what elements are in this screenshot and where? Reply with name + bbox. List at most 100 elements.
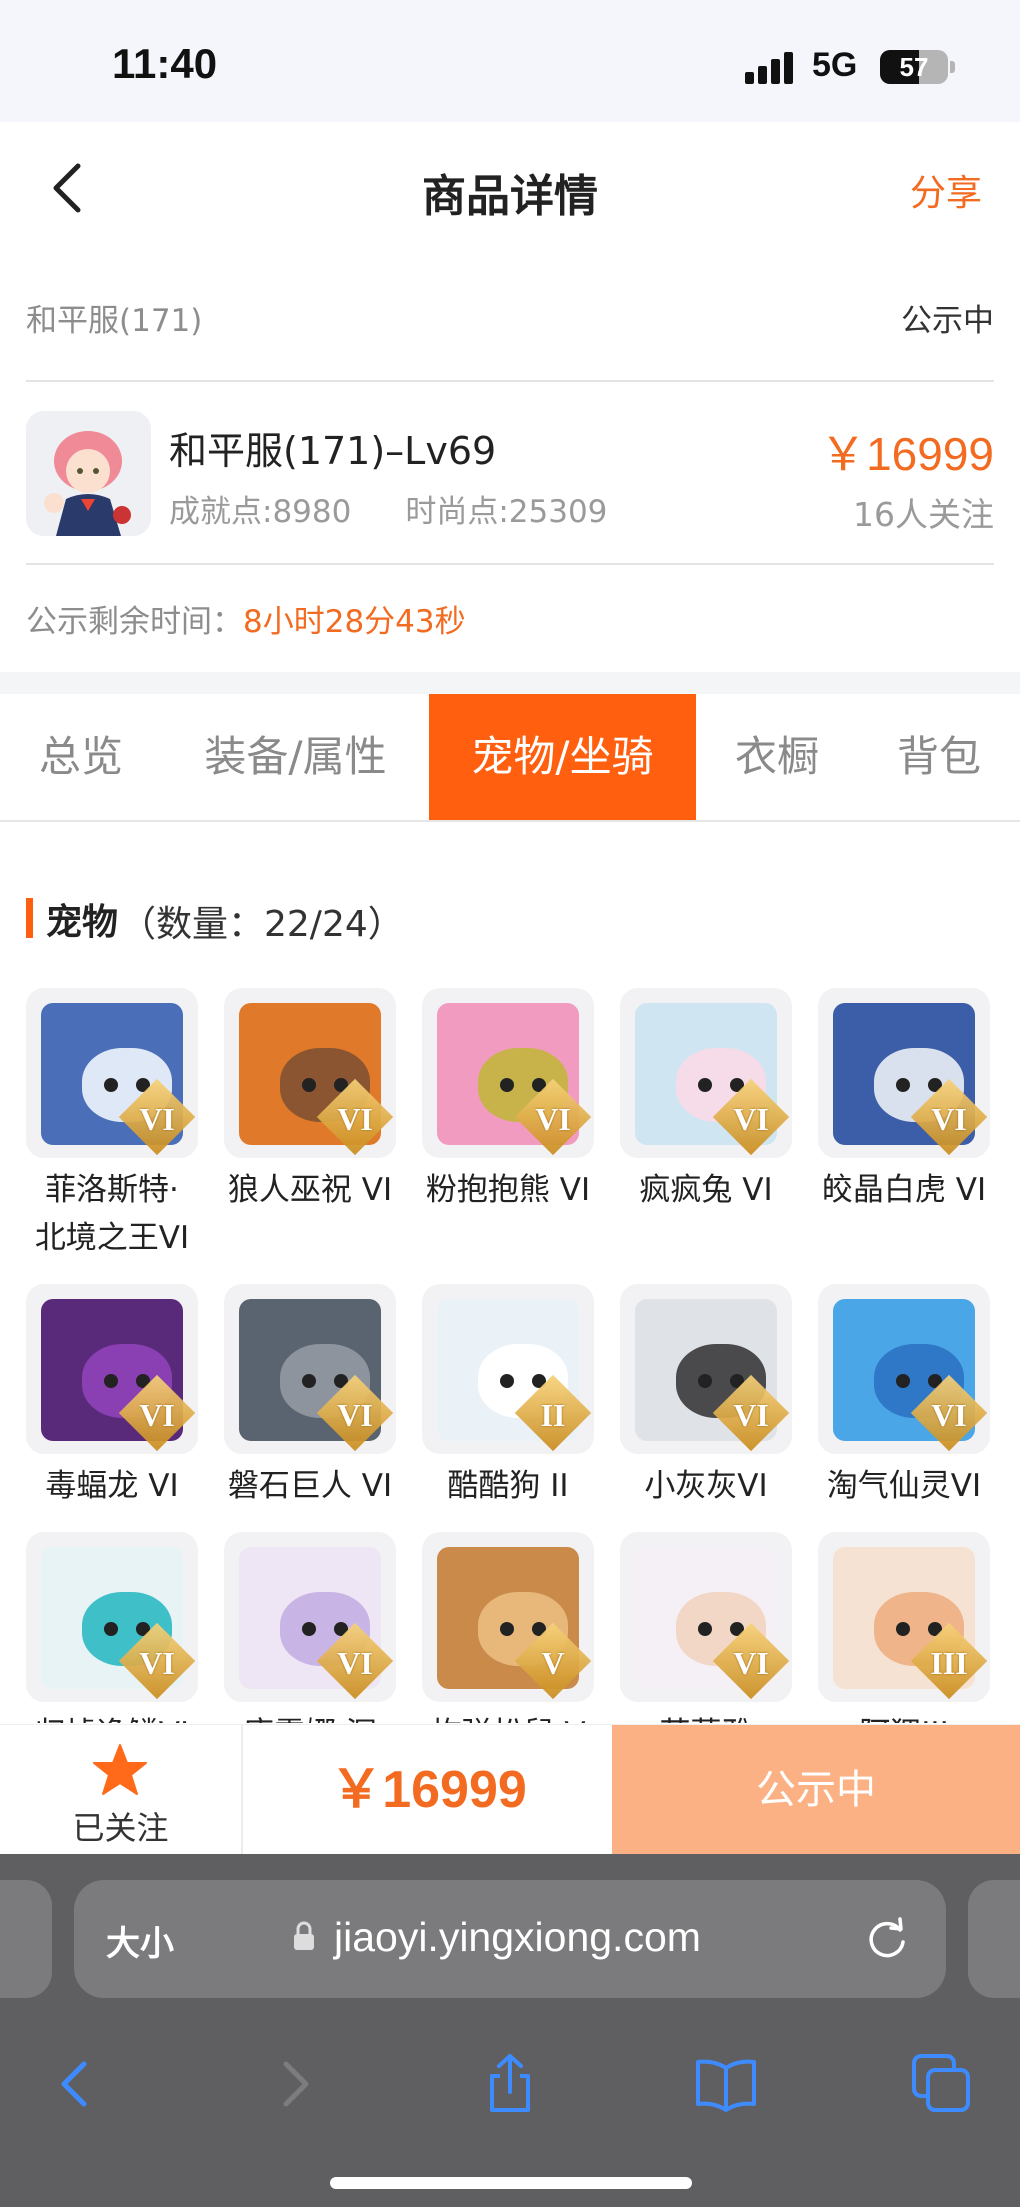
- pet-name: 唐霜娜·深: [210, 1710, 410, 1723]
- pet-eye: [896, 1622, 910, 1636]
- pet-rank: VI: [139, 1645, 175, 1681]
- status-bar: 11:40 5G 57: [0, 0, 1020, 122]
- browser-forward-icon[interactable]: [262, 2052, 326, 2116]
- pet-eye: [500, 1374, 514, 1388]
- pet-eye: [896, 1374, 910, 1388]
- pets-title: 宠物: [46, 902, 119, 943]
- pet-thumbnail: VI: [818, 1284, 990, 1454]
- pet-rank: VI: [139, 1101, 175, 1137]
- star-icon: [93, 1744, 147, 1795]
- character-avatar: [26, 411, 151, 536]
- pet-name: 酷酷狗 II: [447, 1468, 569, 1504]
- pet-rank: VI: [337, 1397, 373, 1433]
- pets-count: （数量：22/24）: [120, 904, 404, 945]
- pet-name: 小灰灰VI: [644, 1468, 768, 1504]
- pet-eye: [896, 1078, 910, 1092]
- tab-equipment[interactable]: 装备/属性: [162, 694, 429, 820]
- pet-rank: VI: [337, 1101, 373, 1137]
- pet-rank: V: [541, 1645, 565, 1681]
- address-bar[interactable]: 大小 jiaoyi.yingxiong.com: [74, 1880, 946, 1998]
- pet-thumbnail: VI: [422, 988, 594, 1158]
- pet-rank: VI: [733, 1101, 769, 1137]
- server-info: 和平服(171) 公示中: [26, 285, 994, 345]
- pet-name: 皎晶白虎 VI: [821, 1172, 987, 1208]
- tab-bar: 总览 装备/属性 宠物/坐骑 衣橱 背包: [0, 694, 1020, 822]
- pet-name: 阿狸III: [804, 1710, 996, 1723]
- pet-rank: VI: [139, 1397, 175, 1433]
- follow-button[interactable]: 已关注: [0, 1725, 243, 1855]
- countdown-label: 公示剩余时间：: [26, 604, 243, 640]
- pet-thumbnail: VI: [818, 988, 990, 1158]
- pet-name: 芙蕾雅: [606, 1710, 806, 1723]
- pet-rank: VI: [337, 1645, 373, 1681]
- pet-thumbnail: VI: [620, 988, 792, 1158]
- browser-toolbar: 大小 jiaoyi.yingxiong.com: [0, 1854, 1020, 2207]
- pet-name: 毒蝠龙 VI: [45, 1468, 179, 1504]
- pet-name: 炸弹松鼠 V: [408, 1710, 608, 1723]
- previous-tab-preview[interactable]: [0, 1880, 52, 1998]
- section-separator: [0, 672, 1020, 694]
- home-indicator[interactable]: [330, 2177, 692, 2189]
- pet-eye: [698, 1622, 712, 1636]
- url-text: jiaoyi.yingxiong.com: [334, 1914, 701, 1960]
- action-bar: 已关注 ￥16999 公示中: [0, 1724, 1020, 1855]
- divider: [26, 380, 994, 382]
- product-summary[interactable]: 和平服(171)–Lv69 成就点:8980 时尚点:25309 ￥16999 1…: [26, 408, 994, 536]
- pet-grid: VI 菲洛斯特· 北境之王VI VI 狼人巫祝 VI VI 粉抱抱熊 VI VI 疯疯兔 VI…: [26, 988, 996, 1723]
- product-name: 和平服(171)–Lv69: [169, 429, 497, 473]
- pet-rank: III: [930, 1645, 968, 1681]
- pet-rank: VI: [931, 1101, 967, 1137]
- pet-eye: [302, 1622, 316, 1636]
- divider: [26, 563, 994, 565]
- pet-thumbnail: VI: [26, 988, 198, 1158]
- pet-name: 归墟逸鳞VI: [26, 1710, 212, 1723]
- pet-rank: VI: [733, 1397, 769, 1433]
- pet-rank: VI: [535, 1101, 571, 1137]
- share-sheet-icon[interactable]: [478, 2052, 542, 2116]
- pet-eye: [500, 1622, 514, 1636]
- bottom-price: ￥16999: [330, 1761, 527, 1819]
- next-tab-preview[interactable]: [968, 1880, 1020, 1998]
- countdown-value: 8小时28分43秒: [243, 604, 466, 640]
- page-title: 商品详情: [422, 171, 598, 222]
- pet-name: 粉抱抱熊 VI: [425, 1172, 591, 1208]
- bookmarks-icon[interactable]: [694, 2052, 758, 2116]
- pet-thumbnail: VI: [26, 1284, 198, 1454]
- public-notice-button[interactable]: 公示中: [612, 1725, 1020, 1855]
- tabs-overview-icon[interactable]: [910, 2052, 974, 2116]
- pet-thumbnail: VI: [224, 988, 396, 1158]
- pet-rank: VI: [931, 1397, 967, 1433]
- tab-wardrobe[interactable]: 衣橱: [696, 694, 858, 820]
- pet-thumbnail: VI: [26, 1532, 198, 1702]
- browser-back-icon[interactable]: [44, 2052, 108, 2116]
- product-price: ￥16999: [820, 428, 994, 480]
- network-type: 5G: [812, 46, 858, 84]
- battery-level: 57: [899, 52, 929, 82]
- tab-pets-mounts[interactable]: 宠物/坐骑: [429, 694, 696, 820]
- character-portrait-icon: [26, 411, 151, 536]
- tab-overview[interactable]: 总览: [0, 694, 162, 820]
- server-name: 和平服(171): [26, 303, 203, 339]
- reload-icon[interactable]: [864, 1916, 910, 1962]
- achievement-points: 成就点:8980: [169, 494, 352, 530]
- product-stats: 成就点:8980 时尚点:25309: [169, 486, 661, 531]
- pet-eye: [104, 1374, 118, 1388]
- tab-backpack[interactable]: 背包: [858, 694, 1020, 820]
- share-button[interactable]: 分享: [910, 164, 982, 216]
- pet-thumbnail: VI: [224, 1284, 396, 1454]
- pet-thumbnail: VI: [620, 1284, 792, 1454]
- pet-name: 菲洛斯特· 北境之王VI: [34, 1172, 190, 1256]
- section-accent-bar: [26, 898, 33, 938]
- battery-cap: [950, 61, 955, 73]
- pet-eye: [104, 1078, 118, 1092]
- battery-icon: 57: [880, 50, 948, 84]
- pet-name: 疯疯兔 VI: [639, 1172, 773, 1208]
- status-time: 11:40: [112, 40, 218, 87]
- pet-name: 狼人巫祝 VI: [227, 1172, 393, 1208]
- text-size-button[interactable]: 大小: [106, 1916, 174, 1965]
- listing-status: 公示中: [901, 303, 994, 339]
- pet-thumbnail: VI: [224, 1532, 396, 1702]
- pet-eye: [302, 1374, 316, 1388]
- pet-eye: [698, 1078, 712, 1092]
- pet-eye: [698, 1374, 712, 1388]
